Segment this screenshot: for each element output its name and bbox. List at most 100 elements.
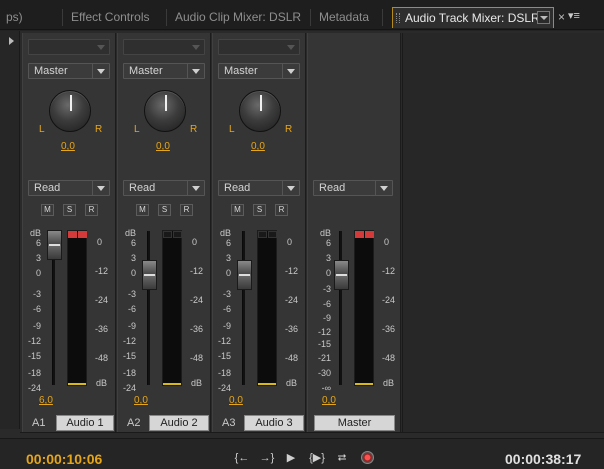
panel-tab-bar: ps) Effect Controls Audio Clip Mixer: DS… bbox=[0, 0, 604, 30]
mute-button[interactable]: M bbox=[136, 204, 149, 216]
master-track-name[interactable]: Master bbox=[314, 415, 395, 431]
empty-mixer-area bbox=[402, 33, 604, 432]
output-dropdown[interactable]: Master bbox=[218, 63, 300, 79]
pan-right-label: R bbox=[95, 124, 103, 135]
clip-indicator-right[interactable] bbox=[365, 231, 374, 238]
pan-knob[interactable] bbox=[239, 90, 281, 132]
automation-dropdown[interactable]: Read bbox=[313, 180, 393, 196]
clip-indicator-left[interactable] bbox=[163, 231, 172, 238]
output-label: Master bbox=[129, 65, 163, 77]
solo-button[interactable]: S bbox=[63, 204, 76, 216]
level-meter bbox=[162, 230, 182, 386]
current-timecode[interactable]: 00:00:10:06 bbox=[26, 451, 102, 467]
channel-strip-a1: Master L R 0,0 Read M S R dB 6 3 0 -3 -6… bbox=[22, 33, 116, 432]
tab-effect-controls[interactable]: Effect Controls bbox=[63, 7, 167, 28]
chevron-down-icon bbox=[192, 68, 201, 75]
clip-indicator-right[interactable] bbox=[78, 231, 87, 238]
record-enable-button[interactable]: R bbox=[85, 204, 98, 216]
record-enable-button[interactable]: R bbox=[275, 204, 288, 216]
output-dropdown[interactable]: Master bbox=[28, 63, 110, 79]
volume-value[interactable]: 0,0 bbox=[134, 395, 148, 406]
track-id: A1 bbox=[32, 417, 46, 429]
effects-dropdown bbox=[123, 39, 205, 55]
solo-button[interactable]: S bbox=[158, 204, 171, 216]
tab-audio-track-mixer[interactable]: Audio Track Mixer: DSLR bbox=[392, 7, 554, 28]
automation-label: Read bbox=[319, 182, 346, 194]
pan-knob[interactable] bbox=[144, 90, 186, 132]
fader-track bbox=[339, 231, 342, 385]
go-to-in-icon[interactable]: {← bbox=[233, 451, 251, 465]
master-volume-value[interactable]: 0,0 bbox=[322, 395, 336, 406]
fader-track bbox=[242, 231, 245, 385]
channel-strip-a3: Master L R 0,0 Read M S R dB 6 3 0 -3 -6… bbox=[212, 33, 306, 432]
tab-audio-track-mixer-label: Audio Track Mixer: DSLR bbox=[405, 11, 540, 25]
automation-label: Read bbox=[224, 182, 251, 194]
pan-left-label: L bbox=[229, 124, 235, 135]
output-label: Master bbox=[34, 65, 68, 77]
automation-dropdown[interactable]: Read bbox=[28, 180, 110, 196]
volume-value[interactable]: 6,0 bbox=[39, 395, 53, 406]
automation-label: Read bbox=[34, 182, 61, 194]
tab-dropdown-icon[interactable] bbox=[537, 11, 550, 24]
tab-metadata[interactable]: Metadata bbox=[311, 7, 383, 28]
effects-dropdown bbox=[218, 39, 300, 55]
duration-timecode: 00:00:38:17 bbox=[505, 451, 582, 467]
clip-indicator-left[interactable] bbox=[258, 231, 267, 238]
track-id: A3 bbox=[222, 417, 236, 429]
tab-grip-icon[interactable] bbox=[396, 13, 400, 23]
pan-right-label: R bbox=[285, 124, 293, 135]
solo-button[interactable]: S bbox=[253, 204, 266, 216]
close-icon[interactable]: × bbox=[558, 10, 565, 24]
track-name[interactable]: Audio 2 bbox=[149, 415, 209, 431]
pan-value[interactable]: 0,0 bbox=[251, 141, 265, 152]
chevron-down-icon bbox=[97, 185, 106, 192]
fader-scale-unit: dB bbox=[219, 228, 231, 238]
automation-label: Read bbox=[129, 182, 156, 194]
panel-menu-icon[interactable]: ▾≡ bbox=[568, 9, 580, 22]
go-to-out-icon[interactable]: →} bbox=[258, 451, 276, 465]
pan-right-label: R bbox=[190, 124, 198, 135]
channel-strip-a2: Master L R 0,0 Read M S R dB 6 3 0 -3 -6… bbox=[117, 33, 211, 432]
fader-scale-unit: dB bbox=[29, 228, 41, 238]
output-dropdown[interactable]: Master bbox=[123, 63, 205, 79]
chevron-down-icon bbox=[192, 185, 201, 192]
clip-indicator-right[interactable] bbox=[173, 231, 182, 238]
audio-track-mixer-panel: Master L R 0,0 Read M S R dB 6 3 0 -3 -6… bbox=[0, 31, 604, 438]
level-meter bbox=[67, 230, 87, 386]
output-label: Master bbox=[224, 65, 258, 77]
loop-icon[interactable]: ⮂ bbox=[333, 451, 351, 465]
pan-value[interactable]: 0,0 bbox=[61, 141, 75, 152]
mixer-gutter bbox=[0, 31, 20, 429]
master-level-meter bbox=[354, 230, 374, 386]
tab-partial[interactable]: ps) bbox=[0, 7, 32, 28]
volume-fader-handle[interactable] bbox=[142, 260, 157, 290]
clip-indicator-left[interactable] bbox=[68, 231, 77, 238]
fader-track bbox=[147, 231, 150, 385]
chevron-down-icon bbox=[287, 185, 296, 192]
clip-indicator-right[interactable] bbox=[268, 231, 277, 238]
mute-button[interactable]: M bbox=[41, 204, 54, 216]
pan-value[interactable]: 0,0 bbox=[156, 141, 170, 152]
clip-indicator-left[interactable] bbox=[355, 231, 364, 238]
tab-audio-clip-mixer[interactable]: Audio Clip Mixer: DSLR bbox=[167, 7, 310, 28]
volume-value[interactable]: 0,0 bbox=[229, 395, 243, 406]
master-volume-fader-handle[interactable] bbox=[334, 260, 349, 290]
record-enable-button[interactable]: R bbox=[180, 204, 193, 216]
track-name[interactable]: Audio 1 bbox=[56, 415, 114, 431]
transport-bar: 00:00:10:06 {← →} ▶ {▶} ⮂ 00:00:38:17 bbox=[0, 438, 604, 469]
automation-dropdown[interactable]: Read bbox=[218, 180, 300, 196]
mute-button[interactable]: M bbox=[231, 204, 244, 216]
chevron-down-icon bbox=[287, 68, 296, 75]
volume-fader-handle[interactable] bbox=[47, 230, 62, 260]
automation-dropdown[interactable]: Read bbox=[123, 180, 205, 196]
play-icon[interactable]: ▶ bbox=[283, 451, 299, 465]
pan-left-label: L bbox=[134, 124, 140, 135]
master-strip: Read dB 6 3 0 -3 -6 -9 -12 -15 -21 -30 -… bbox=[307, 33, 401, 432]
track-name[interactable]: Audio 3 bbox=[244, 415, 304, 431]
pan-knob[interactable] bbox=[49, 90, 91, 132]
record-icon[interactable] bbox=[361, 451, 374, 464]
expand-arrow-icon[interactable] bbox=[9, 37, 14, 45]
fader-scale-unit: dB bbox=[319, 228, 331, 238]
volume-fader-handle[interactable] bbox=[237, 260, 252, 290]
play-in-to-out-icon[interactable]: {▶} bbox=[305, 451, 329, 465]
